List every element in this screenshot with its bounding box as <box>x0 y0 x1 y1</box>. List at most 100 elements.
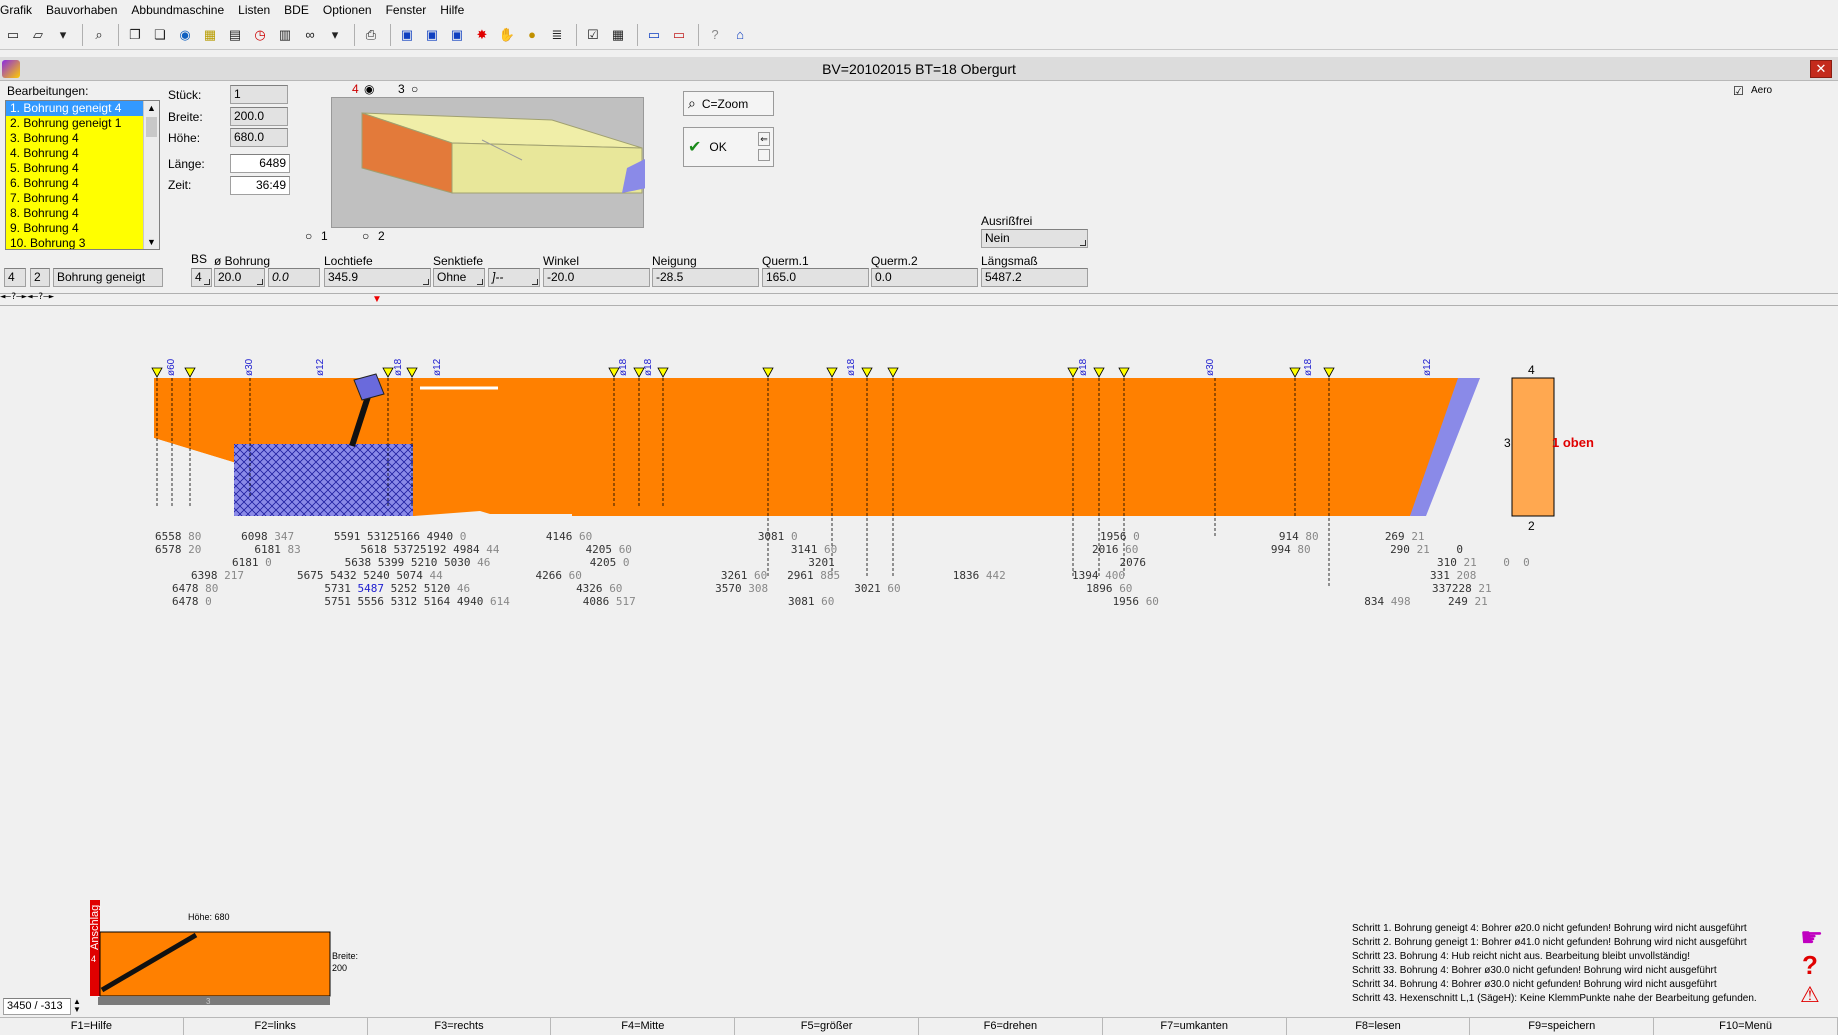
ok-option-icon[interactable]: ⇐ <box>758 132 770 146</box>
bearbeitung-type-field[interactable]: Bohrung geneigt <box>53 268 163 287</box>
coordinate-spinner[interactable]: ▲ ▼ <box>73 998 81 1014</box>
bohrung-value: 20.0 <box>218 270 242 284</box>
new-file-icon[interactable]: ▭ <box>2 24 24 46</box>
binoculars-icon[interactable]: ∞ <box>299 24 321 46</box>
ausriss-select[interactable]: Nein <box>981 229 1088 248</box>
scroll-thumb[interactable] <box>146 117 157 137</box>
printer-icon[interactable]: ⎙ <box>360 24 382 46</box>
dropdown-arrow-icon[interactable]: ▾ <box>324 24 346 46</box>
globe-icon[interactable]: ◉ <box>174 24 196 46</box>
ruler-arrows[interactable]: ◄–?–►◄–?–► <box>0 292 54 302</box>
list-item[interactable]: 9. Bohrung 4 <box>6 221 159 236</box>
ok-button[interactable]: ✔ OK ⇐ <box>683 127 774 167</box>
menu-bauvorhaben[interactable]: Bauvorhaben <box>39 3 124 17</box>
menu-fenster[interactable]: Fenster <box>379 3 434 17</box>
ok-checkbox[interactable] <box>758 149 770 161</box>
querm1-field[interactable]: 165.0 <box>762 268 869 287</box>
senk2-select[interactable]: ]-- <box>488 268 540 287</box>
fkey-f10[interactable]: F10=Menü <box>1654 1018 1838 1035</box>
menu-abbundmaschine[interactable]: Abbundmaschine <box>124 3 231 17</box>
fkey-f3[interactable]: F3=rechts <box>368 1018 552 1035</box>
clock-icon[interactable]: ◷ <box>249 24 271 46</box>
view-radio-1[interactable]: ○ <box>305 229 312 243</box>
list-item[interactable]: 8. Bohrung 4 <box>6 206 159 221</box>
zoom-button[interactable]: ⌕ C=Zoom <box>683 91 774 116</box>
coordinate-field[interactable]: 3450 / -313 <box>3 998 71 1015</box>
window-icon-2[interactable]: ▭ <box>668 24 690 46</box>
view-radio-2[interactable]: ○ <box>362 229 369 243</box>
magnifier-icon[interactable]: ⌕ <box>88 24 110 46</box>
question-icon[interactable]: ? <box>1802 950 1818 981</box>
menu-optionen[interactable]: Optionen <box>316 3 379 17</box>
hand-icon[interactable]: ✋ <box>496 24 518 46</box>
open-folder-icon[interactable]: ▱ <box>27 24 49 46</box>
list-scrollbar[interactable]: ▲ ▼ <box>143 101 159 249</box>
list-item[interactable]: 4. Bohrung 4 <box>6 146 159 161</box>
bohrung-select[interactable]: 20.0 <box>214 268 265 287</box>
laenge-field: 6489 <box>230 154 290 173</box>
lochtiefe-select[interactable]: 345.9 <box>324 268 431 287</box>
list-item[interactable]: 1. Bohrung geneigt 4 <box>6 101 159 116</box>
pages-icon[interactable]: ❏ <box>149 24 171 46</box>
window-icon-1[interactable]: ▭ <box>643 24 665 46</box>
star-red-icon[interactable]: ✸ <box>471 24 493 46</box>
aero-checkbox[interactable]: ☑ <box>1733 84 1744 98</box>
menu-listen[interactable]: Listen <box>231 3 277 17</box>
bohrung2-field[interactable]: 0.0 <box>268 268 320 287</box>
oben-label: 1 oben <box>1552 435 1594 450</box>
list-item[interactable]: 3. Bohrung 4 <box>6 131 159 146</box>
checklist-icon[interactable]: ☑ <box>582 24 604 46</box>
fkey-f2[interactable]: F2=links <box>184 1018 368 1035</box>
view-radio-3[interactable]: ○ <box>411 82 418 96</box>
diam-label: ø18 <box>618 358 629 376</box>
exit-door-icon[interactable]: ⌂ <box>729 24 751 46</box>
fkey-f8[interactable]: F8=lesen <box>1287 1018 1471 1035</box>
querm2-field[interactable]: 0.0 <box>871 268 978 287</box>
bs-select[interactable]: 4 <box>191 268 212 287</box>
machine-icon-3[interactable]: ▣ <box>446 24 468 46</box>
fkey-f1[interactable]: F1=Hilfe <box>0 1018 184 1035</box>
machine-icon-2[interactable]: ▣ <box>421 24 443 46</box>
toolbar-separator <box>698 23 699 46</box>
menu-hilfe[interactable]: Hilfe <box>433 3 471 17</box>
winkel-field[interactable]: -20.0 <box>543 268 650 287</box>
warning-icon[interactable]: ⚠ <box>1800 982 1820 1008</box>
mini-cross-section[interactable]: Anschlag 4 3 Höhe: 680 <box>88 900 368 1010</box>
copy-icon[interactable]: ❐ <box>124 24 146 46</box>
list-item[interactable]: 5. Bohrung 4 <box>6 161 159 176</box>
wizard-icon[interactable]: ☛ <box>1800 922 1823 953</box>
dropdown-arrow-icon[interactable]: ▾ <box>52 24 74 46</box>
machine-icon-1[interactable]: ▣ <box>396 24 418 46</box>
menu-bde[interactable]: BDE <box>277 3 316 17</box>
bearbeitungen-list[interactable]: 1. Bohrung geneigt 4 2. Bohrung geneigt … <box>5 100 160 250</box>
table-icon[interactable]: ▦ <box>607 24 629 46</box>
senktiefe-select[interactable]: Ohne <box>433 268 485 287</box>
view-radio-4[interactable]: ◉ <box>364 82 374 96</box>
list-item[interactable]: 2. Bohrung geneigt 1 <box>6 116 159 131</box>
scroll-down-icon[interactable]: ▼ <box>147 237 156 247</box>
list-item[interactable]: 7. Bohrung 4 <box>6 191 159 206</box>
menu-grafik[interactable]: Grafik <box>0 3 39 17</box>
diameter-labels: ø60 ø30 ø12 ø18 ø12 ø18 ø18 ø18 ø18 ø30 … <box>166 358 1433 376</box>
fkey-f6[interactable]: F6=drehen <box>919 1018 1103 1035</box>
document-icon[interactable]: ▥ <box>274 24 296 46</box>
laengsmass-field[interactable]: 5487.2 <box>981 268 1088 287</box>
dims-row-3: 6181 0 5638 5399 5210 5030 46 4205 0 320… <box>232 556 1147 569</box>
list-icon[interactable]: ≣ <box>546 24 568 46</box>
calculator-icon[interactable]: ▤ <box>224 24 246 46</box>
bearbeitung-number-field[interactable]: 4 <box>4 268 26 287</box>
fkey-f5[interactable]: F5=größer <box>735 1018 919 1035</box>
grid-icon[interactable]: ▦ <box>199 24 221 46</box>
list-item[interactable]: 10. Bohrung 3 <box>6 236 159 249</box>
fkey-f4[interactable]: F4=Mitte <box>551 1018 736 1035</box>
fkey-f9[interactable]: F9=speichern <box>1470 1018 1655 1035</box>
beam-3d-preview[interactable] <box>331 97 647 228</box>
coins-icon[interactable]: ● <box>521 24 543 46</box>
bearbeitung-side-field[interactable]: 2 <box>30 268 50 287</box>
window-close-button[interactable]: ✕ <box>1810 60 1832 78</box>
neigung-field[interactable]: -28.5 <box>652 268 759 287</box>
scroll-up-icon[interactable]: ▲ <box>147 103 156 113</box>
list-item[interactable]: 6. Bohrung 4 <box>6 176 159 191</box>
fkey-f7[interactable]: F7=umkanten <box>1103 1018 1287 1035</box>
help-icon[interactable]: ? <box>704 24 726 46</box>
